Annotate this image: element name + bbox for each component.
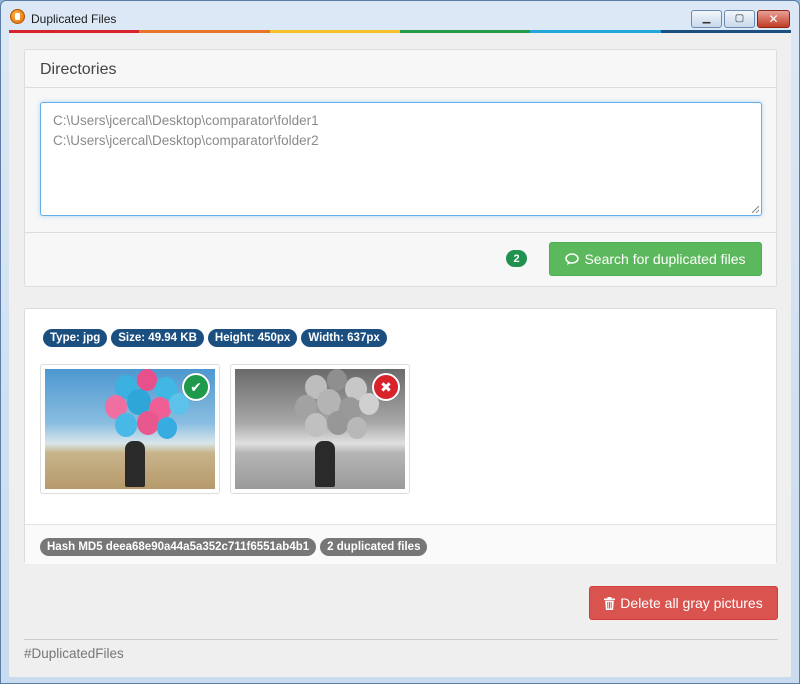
person-figure bbox=[125, 441, 145, 487]
directory-path: C:\Users\jcercal\Desktop\comparator\fold… bbox=[53, 113, 319, 128]
image-thumbnail-original[interactable]: ✔ bbox=[40, 364, 220, 494]
size-tag: Size: 49.94 KB bbox=[111, 329, 204, 347]
directory-count-badge: 2 bbox=[506, 250, 527, 267]
check-icon[interactable]: ✔ bbox=[182, 373, 210, 401]
window-title: Duplicated Files bbox=[31, 12, 117, 26]
duplicates-count-tag: 2 duplicated files bbox=[320, 538, 428, 556]
trash-icon bbox=[604, 596, 616, 610]
title-bar[interactable]: Duplicated Files ▁ ▢ ✕ bbox=[1, 1, 799, 31]
client-area: Directories C:\Users\jcercal\Desktop\com… bbox=[9, 33, 791, 677]
person-figure bbox=[315, 441, 335, 487]
image-thumbnail-duplicate[interactable]: ✖ bbox=[230, 364, 410, 494]
footer-hashtag: #DuplicatedFiles bbox=[24, 646, 124, 661]
search-button-label: Search for duplicated files bbox=[584, 251, 746, 267]
footer-divider bbox=[24, 639, 778, 640]
height-tag: Height: 450px bbox=[207, 329, 298, 347]
hash-md5-tag: Hash MD5 deea68e90a44a5a352c711f6551ab4b… bbox=[40, 538, 317, 556]
times-icon[interactable]: ✖ bbox=[372, 373, 400, 401]
directories-body: C:\Users\jcercal\Desktop\comparator\fold… bbox=[25, 88, 776, 233]
comment-icon bbox=[565, 252, 580, 265]
width-tag: Width: 637px bbox=[301, 329, 387, 347]
minimize-button[interactable]: ▁ bbox=[691, 10, 722, 28]
type-tag: Type: jpg bbox=[43, 329, 108, 347]
close-button[interactable]: ✕ bbox=[757, 10, 790, 28]
duplicate-group-footer: Hash MD5 deea68e90a44a5a352c711f6551ab4b… bbox=[25, 524, 776, 564]
window-controls: ▁ ▢ ✕ bbox=[691, 10, 790, 28]
image-info-tags: Type: jpg Size: 49.94 KB Height: 450px W… bbox=[43, 329, 387, 347]
directories-footer: 2 Search for duplicated files bbox=[25, 233, 776, 286]
duplicate-group-panel: Type: jpg Size: 49.94 KB Height: 450px W… bbox=[24, 308, 777, 564]
delete-button-label: Delete all gray pictures bbox=[620, 595, 763, 611]
resize-grip-icon[interactable] bbox=[752, 206, 759, 213]
directories-heading: Directories bbox=[25, 50, 776, 88]
app-window: Duplicated Files ▁ ▢ ✕ Directories C:\Us… bbox=[0, 0, 800, 684]
directory-path: C:\Users\jcercal\Desktop\comparator\fold… bbox=[53, 133, 319, 148]
directories-panel: Directories C:\Users\jcercal\Desktop\com… bbox=[24, 49, 777, 287]
search-duplicates-button[interactable]: Search for duplicated files bbox=[549, 242, 762, 276]
app-icon bbox=[10, 9, 25, 24]
hash-tags: Hash MD5 deea68e90a44a5a352c711f6551ab4b… bbox=[40, 538, 428, 556]
maximize-button[interactable]: ▢ bbox=[724, 10, 755, 28]
directories-textarea[interactable]: C:\Users\jcercal\Desktop\comparator\fold… bbox=[40, 102, 762, 216]
delete-gray-pictures-button[interactable]: Delete all gray pictures bbox=[589, 586, 778, 620]
